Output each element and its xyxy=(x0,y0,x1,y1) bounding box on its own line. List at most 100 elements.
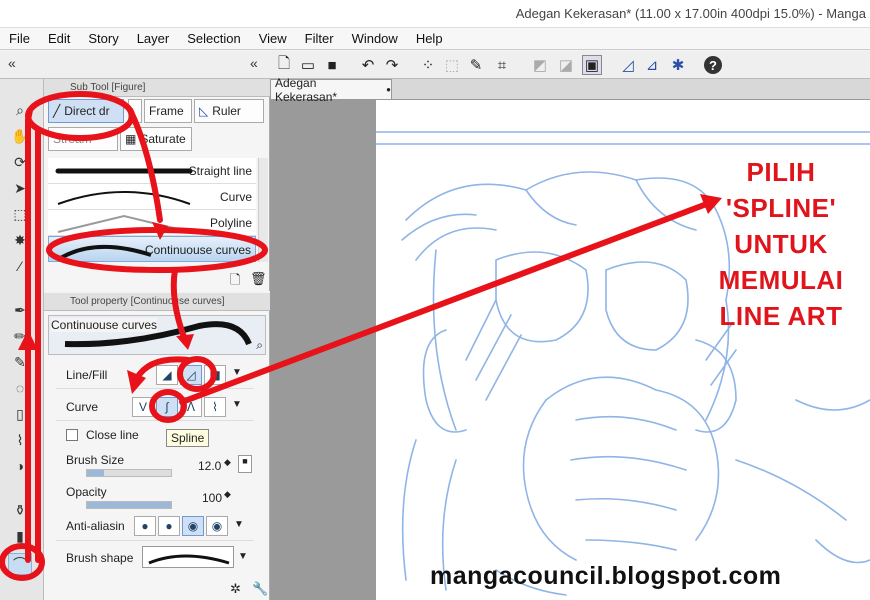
close-icon[interactable]: ● xyxy=(386,85,391,94)
crop-icon[interactable]: ⌗ xyxy=(492,55,512,75)
airbrush-tool-icon[interactable]: ◌ xyxy=(8,377,32,399)
brush-curve[interactable]: Curve xyxy=(48,184,256,210)
menu-layer[interactable]: Layer xyxy=(128,31,179,46)
brush-size-value[interactable]: 12.0 xyxy=(198,459,221,473)
brush-tool-icon[interactable]: ✎ xyxy=(8,351,32,373)
gradient-tool-icon[interactable]: ⚱ xyxy=(8,499,32,521)
sub-tool-scrollbar[interactable] xyxy=(258,158,268,262)
ruler-icon[interactable]: ◿ xyxy=(618,55,638,75)
direct-draw-button[interactable]: ╱ Direct dr xyxy=(48,99,124,123)
grid-icon[interactable]: ◩ xyxy=(530,55,550,75)
spline-icon[interactable]: ∫ xyxy=(156,397,178,417)
menu-selection[interactable]: Selection xyxy=(178,31,249,46)
brush-shape-stroke xyxy=(148,554,230,565)
select-frame-icon[interactable]: ▣ xyxy=(582,55,602,75)
menu-story[interactable]: Story xyxy=(79,31,127,46)
group-button[interactable] xyxy=(128,99,142,123)
fill-tool-icon[interactable]: ◑ xyxy=(8,455,32,477)
brush-straight-line[interactable]: Straight line xyxy=(48,158,256,184)
new-sub-tool-icon[interactable]: 🗋 xyxy=(230,271,240,293)
chevron-down-icon[interactable]: ▼ xyxy=(232,367,242,378)
figure-tool-icon[interactable]: ⌒ xyxy=(8,553,32,575)
title-bar: Adegan Kekerasan* (11.00 x 17.00in 400dp… xyxy=(0,0,870,28)
fill-shape-icon[interactable]: ◢ xyxy=(156,365,178,385)
tool-property-panel: Tool property [Continuouse curves] Conti… xyxy=(44,293,270,600)
anti-alias-strong-icon[interactable]: ◉ xyxy=(206,516,228,536)
saturate-label: Saturate xyxy=(140,132,186,146)
stream-button[interactable]: Stream xyxy=(48,127,118,151)
dots-icon[interactable]: ⁘ xyxy=(418,55,438,75)
frame-button[interactable]: Frame xyxy=(144,99,192,123)
ruler-label: Ruler xyxy=(212,104,241,118)
zoom-icon[interactable]: ⌕ xyxy=(8,99,32,121)
anti-alias-none-icon[interactable]: ● xyxy=(134,516,156,536)
eraser-tool-icon[interactable]: ▯ xyxy=(8,403,32,425)
brush-size-slider[interactable] xyxy=(86,469,172,477)
tool-property-tab[interactable]: Tool property [Continuouse curves] xyxy=(44,293,270,311)
pen-tool-icon[interactable]: ✒ xyxy=(8,299,32,321)
brush-shape-preview[interactable] xyxy=(142,546,234,568)
collapse-left-icon[interactable]: « xyxy=(8,55,16,71)
menu-view[interactable]: View xyxy=(250,31,296,46)
menu-file[interactable]: File xyxy=(0,31,39,46)
rotate-icon[interactable]: ⟳ xyxy=(8,151,32,173)
transform-icon[interactable]: ⬚ xyxy=(442,55,462,75)
cubic-bezier-icon[interactable]: ⌇ xyxy=(204,397,226,417)
settings-icon[interactable]: ✲ xyxy=(230,581,241,597)
quadratic-bezier-icon[interactable]: ᐱ xyxy=(180,397,202,417)
menu-edit[interactable]: Edit xyxy=(39,31,79,46)
open-folder-icon[interactable]: ▭ xyxy=(298,55,318,75)
anti-alias-label: Anti-aliasin xyxy=(66,519,125,533)
menu-filter[interactable]: Filter xyxy=(296,31,343,46)
brush-preview: Continuouse curves ⌕ xyxy=(48,315,266,355)
chevron-down-icon[interactable]: ▼ xyxy=(232,399,242,410)
anti-alias-weak-icon[interactable]: ● xyxy=(158,516,180,536)
magnifier-icon[interactable]: ⌕ xyxy=(256,338,263,353)
brush-polyline[interactable]: Polyline xyxy=(48,210,256,236)
hand-icon[interactable]: ✋ xyxy=(8,125,32,147)
size-preset-icon[interactable]: ■ xyxy=(238,455,252,473)
document-tab[interactable]: Adegan Kekerasan* ● xyxy=(270,76,392,104)
straight-curve-icon[interactable]: V xyxy=(132,397,154,417)
chevron-down-icon[interactable]: ▼ xyxy=(238,551,248,562)
stream-label: Stream xyxy=(53,132,92,146)
opacity-value[interactable]: 100 xyxy=(202,491,222,505)
help-icon[interactable]: ? xyxy=(704,56,722,74)
ruler-button[interactable]: ◺ Ruler xyxy=(194,99,264,123)
menu-help[interactable]: Help xyxy=(407,31,452,46)
save-icon[interactable]: ■ xyxy=(322,55,342,75)
pen-icon[interactable]: ✎ xyxy=(466,55,486,75)
stepper-icon[interactable]: ◆ xyxy=(224,457,231,468)
close-line-checkbox[interactable] xyxy=(66,429,78,441)
stepper-icon[interactable]: ◆ xyxy=(224,489,231,500)
move-icon[interactable]: ➤ xyxy=(8,177,32,199)
frame-label: Frame xyxy=(149,104,184,118)
redo-icon[interactable]: ↷ xyxy=(382,55,402,75)
undo-icon[interactable]: ↶ xyxy=(358,55,378,75)
chevron-down-icon[interactable]: ▼ xyxy=(234,519,244,530)
blend-tool-icon[interactable]: ⌇ xyxy=(8,429,32,451)
trash-icon[interactable]: 🗑 xyxy=(250,271,267,287)
saturate-button[interactable]: ▦ Saturate xyxy=(120,127,192,151)
new-file-icon[interactable]: 🗋 xyxy=(274,55,294,75)
sub-tool-tab[interactable]: Sub Tool [Figure] xyxy=(44,79,270,97)
tool-strip: ⌕ ✋ ⟳ ➤ ⬚ ✸ ⁄ ✒ ✏ ✎ ◌ ▯ ⌇ ◑ ⚱ ▮ ⌒ xyxy=(0,79,44,600)
line-shape-icon[interactable]: ◿ xyxy=(180,365,202,385)
pencil-tool-icon[interactable]: ✏ xyxy=(8,325,32,347)
anti-alias-medium-icon[interactable]: ◉ xyxy=(182,516,204,536)
gradient-icon[interactable]: ◪ xyxy=(556,55,576,75)
text-tool-icon[interactable]: ▮ xyxy=(8,525,32,547)
brush-name: Polyline xyxy=(209,216,252,230)
line-fill-shape-icon[interactable]: ◨ xyxy=(204,365,226,385)
opacity-slider[interactable] xyxy=(86,501,172,509)
brush-continuouse-curves[interactable]: Continuouse curves xyxy=(48,236,256,262)
lasso-icon[interactable]: ⬚ xyxy=(8,203,32,225)
wrench-icon[interactable]: 🔧 xyxy=(252,581,268,597)
perspective-icon[interactable]: ✱ xyxy=(668,55,688,75)
angle-icon[interactable]: ⊿ xyxy=(642,55,662,75)
collapse-right-icon[interactable]: « xyxy=(250,55,258,71)
menu-window[interactable]: Window xyxy=(343,31,407,46)
ruler-icon: ◺ xyxy=(199,104,209,118)
magic-wand-icon[interactable]: ✸ xyxy=(8,229,32,251)
eyedropper-icon[interactable]: ⁄ xyxy=(8,255,32,277)
